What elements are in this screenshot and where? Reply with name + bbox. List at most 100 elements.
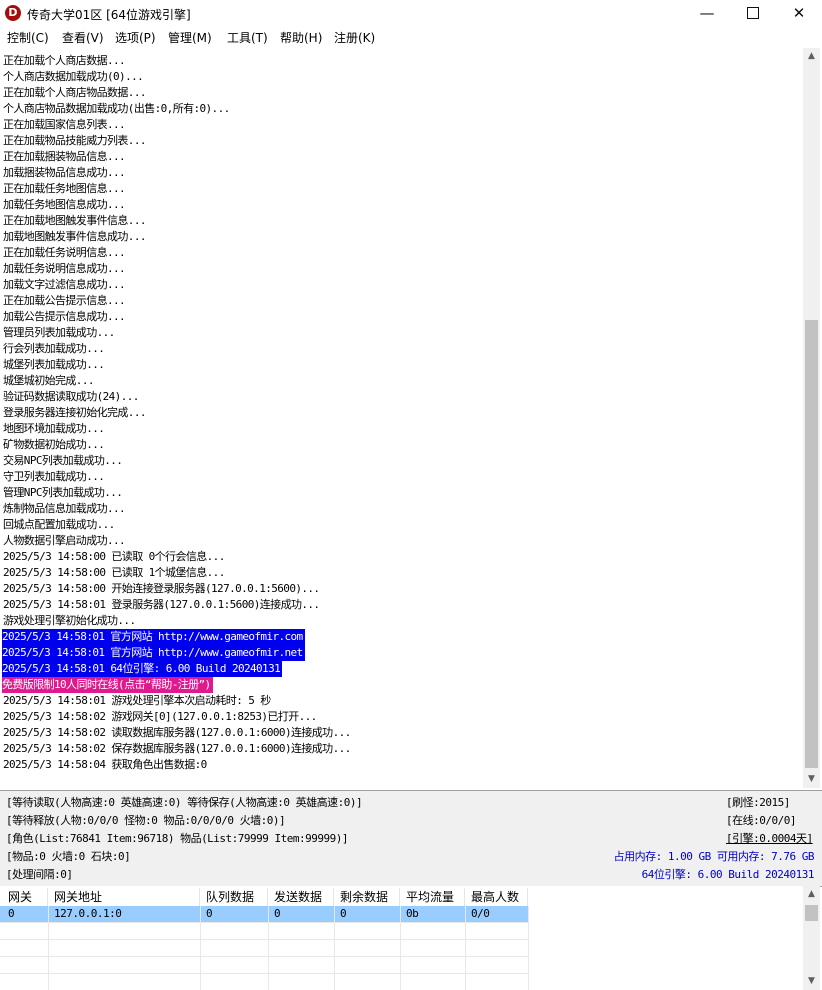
table-cell: 127.0.0.1:0 xyxy=(54,907,122,920)
menu-control[interactable]: 控制(C) xyxy=(7,29,49,46)
grid-line xyxy=(465,906,466,990)
gateway-table[interactable]: 网关 网关地址 队列数据 发送数据 剩余数据 平均流量 最高人数 0 127.0.0.1:0 0 0… xyxy=(0,886,803,990)
grid-line xyxy=(200,906,201,990)
status-monster-refresh: [刷怪:2015] xyxy=(726,796,790,809)
log-line: 交易NPC列表加载成功... xyxy=(3,454,123,467)
scroll-up-arrow-icon[interactable]: ▲ xyxy=(803,48,820,65)
log-line: 矿物数据初始成功... xyxy=(3,438,105,451)
menu-register[interactable]: 注册(K) xyxy=(334,29,375,46)
log-line: 正在加载国家信息列表... xyxy=(3,118,126,131)
column-header[interactable]: 剩余数据 xyxy=(334,888,400,906)
log-line: 守卫列表加载成功... xyxy=(3,470,105,483)
log-line: 2025/5/3 14:58:00 已读取 0个行会信息... xyxy=(3,550,225,563)
status-interval: [处理间隔:0] xyxy=(6,868,73,881)
log-line: 2025/5/3 14:58:00 开始连接登录服务器(127.0.0.1:56… xyxy=(3,582,320,595)
log-line: 人物数据引擎启动成功... xyxy=(3,534,126,547)
menu-tools[interactable]: 工具(T) xyxy=(227,29,268,46)
log-output[interactable]: 正在加载个人商店数据... 个人商店数据加载成功(0)... 正在加载个人商店物品数… xyxy=(0,48,803,788)
log-line: 2025/5/3 14:58:01 游戏处理引擎本次启动耗时: 5 秒 xyxy=(3,694,271,707)
status-online: [在线:0/0/0] xyxy=(726,814,796,827)
log-line: 正在加载地图触发事件信息... xyxy=(3,214,146,227)
log-line: 正在加载物品技能威力列表... xyxy=(3,134,146,147)
status-memory: 占用内存: 1.00 GB 可用内存: 7.76 GB xyxy=(613,850,815,863)
log-line: 正在加载捆装物品信息... xyxy=(3,150,126,163)
status-engine-uptime[interactable]: [引擎:0.0004天] xyxy=(726,830,813,848)
window-title: 传奇大学01区 [64位游戏引擎] xyxy=(27,8,191,22)
grid-line xyxy=(0,922,528,923)
log-line: 炼制物品信息加载成功... xyxy=(3,502,126,515)
log-line: 2025/5/3 14:58:02 读取数据库服务器(127.0.0.1:600… xyxy=(3,726,351,739)
log-line: 2025/5/3 14:58:01 64位引擎: 6.00 Build 2024… xyxy=(2,661,283,677)
table-cell: 0/0 xyxy=(471,907,490,920)
log-line: 游戏处理引擎初始化成功... xyxy=(3,614,136,627)
column-header[interactable]: 队列数据 xyxy=(200,888,268,906)
menu-view[interactable]: 查看(V) xyxy=(62,29,104,46)
log-line: 正在加载任务地图信息... xyxy=(3,182,126,195)
log-line: 行会列表加载成功... xyxy=(3,342,105,355)
status-role-item-counts: [角色(List:76841 Item:96718) 物品(List:79999… xyxy=(6,832,349,845)
log-line: 正在加载个人商店数据... xyxy=(3,54,126,67)
log-scrollbar[interactable]: ▲ ▼ xyxy=(803,48,820,788)
column-header[interactable]: 网关 xyxy=(2,888,48,906)
grid-line xyxy=(0,956,528,957)
table-cell: 0 xyxy=(274,907,281,920)
log-line: 正在加载任务说明信息... xyxy=(3,246,126,259)
menu-manage[interactable]: 管理(M) xyxy=(168,29,212,46)
maximize-button[interactable] xyxy=(730,0,776,27)
menu-help[interactable]: 帮助(H) xyxy=(280,29,322,46)
grid-line xyxy=(48,906,49,990)
status-engine-version: 64位引擎: 6.00 Build 20240131 xyxy=(641,868,815,881)
app-icon: D xyxy=(5,5,21,21)
table-cell: 0b xyxy=(406,907,419,920)
column-header[interactable]: 发送数据 xyxy=(268,888,334,906)
column-header[interactable]: 平均流量 xyxy=(400,888,465,906)
log-line: 加载捆装物品信息成功... xyxy=(3,166,126,179)
log-line: 免费版限制10人同时在线(点击“帮助-注册”) xyxy=(2,677,213,693)
column-header[interactable]: 网关地址 xyxy=(48,888,200,906)
grid-scroll-down-arrow-icon[interactable]: ▼ xyxy=(803,973,820,990)
scroll-down-arrow-icon[interactable]: ▼ xyxy=(803,771,820,788)
grid-scroll-up-arrow-icon[interactable]: ▲ xyxy=(803,886,820,903)
log-line: 城堡城初始完成... xyxy=(3,374,94,387)
log-line: 登录服务器连接初始化完成... xyxy=(3,406,146,419)
log-line: 2025/5/3 14:58:02 保存数据库服务器(127.0.0.1:600… xyxy=(3,742,351,755)
log-line: 管理NPC列表加载成功... xyxy=(3,486,123,499)
log-line: 2025/5/3 14:58:02 游戏网关[0](127.0.0.1:8253… xyxy=(3,710,317,723)
log-line: 管理员列表加载成功... xyxy=(3,326,115,339)
status-objects: [物品:0 火墙:0 石块:0] xyxy=(6,850,131,863)
grid-scrollbar[interactable]: ▲ ▼ xyxy=(803,886,820,990)
grid-scroll-thumb[interactable] xyxy=(805,905,818,921)
log-line: 2025/5/3 14:58:01 官方网站 http://www.gameof… xyxy=(2,629,305,645)
grid-line xyxy=(528,906,529,990)
minimize-button[interactable]: — xyxy=(684,0,730,27)
log-line: 2025/5/3 14:58:00 已读取 1个城堡信息... xyxy=(3,566,225,579)
log-line: 加载任务说明信息成功... xyxy=(3,262,126,275)
grid-line xyxy=(268,906,269,990)
log-line: 加载任务地图信息成功... xyxy=(3,198,126,211)
log-line: 2025/5/3 14:58:04 获取角色出售数据:0 xyxy=(3,758,207,771)
log-line: 城堡列表加载成功... xyxy=(3,358,105,371)
log-line: 个人商店物品数据加载成功(出售:0,所有:0)... xyxy=(3,102,230,115)
table-cell: 0 xyxy=(340,907,347,920)
grid-line xyxy=(334,906,335,990)
close-button[interactable]: ✕ xyxy=(776,0,822,27)
status-panel: [等待读取(人物高速:0 英雄高速:0) 等待保存(人物高速:0 英雄高速:0)… xyxy=(0,790,822,887)
table-cell: 0 xyxy=(206,907,213,920)
grid-line xyxy=(0,939,528,940)
menu-options[interactable]: 选项(P) xyxy=(115,29,156,46)
log-line: 2025/5/3 14:58:01 官方网站 http://www.gameof… xyxy=(2,645,305,661)
menu-bar: 控制(C) 查看(V) 选项(P) 管理(M) 工具(T) 帮助(H) 注册(K… xyxy=(0,27,822,47)
log-line: 验证码数据读取成功(24)... xyxy=(3,390,139,403)
log-line: 正在加载个人商店物品数据... xyxy=(3,86,146,99)
status-pending-release: [等待释放(人物:0/0/0 怪物:0 物品:0/0/0/0 火墙:0)] xyxy=(6,814,286,827)
log-line: 回城点配置加载成功... xyxy=(3,518,115,531)
status-pending-io: [等待读取(人物高速:0 英雄高速:0) 等待保存(人物高速:0 英雄高速:0)… xyxy=(6,796,363,809)
log-line: 加载文字过滤信息成功... xyxy=(3,278,126,291)
log-line: 加载地图触发事件信息成功... xyxy=(3,230,146,243)
maximize-icon xyxy=(747,6,759,19)
log-line: 地图环境加载成功... xyxy=(3,422,105,435)
log-line: 加载公告提示信息成功... xyxy=(3,310,126,323)
log-scroll-thumb[interactable] xyxy=(805,320,818,768)
column-header[interactable]: 最高人数 xyxy=(465,888,528,906)
log-line: 个人商店数据加载成功(0)... xyxy=(3,70,144,83)
